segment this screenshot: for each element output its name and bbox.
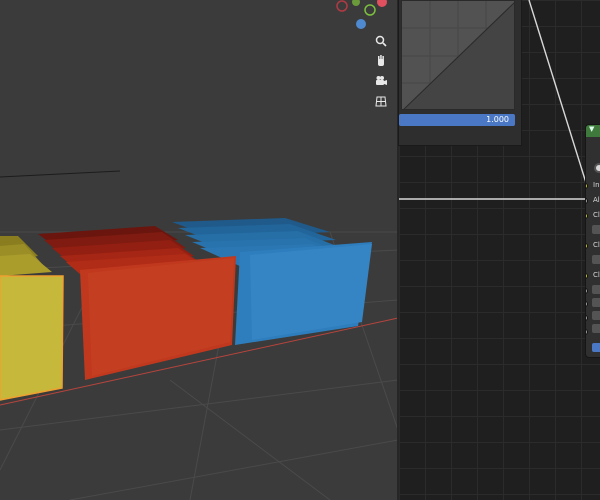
value-field[interactable] bbox=[592, 324, 600, 333]
value-field[interactable] bbox=[592, 285, 600, 294]
socket-value[interactable] bbox=[586, 315, 588, 321]
color-field[interactable] bbox=[592, 225, 600, 234]
z-axis-icon[interactable] bbox=[356, 19, 366, 29]
rgb-curve-panel[interactable]: 1.000 bbox=[398, 0, 522, 146]
horizon-line bbox=[0, 170, 121, 178]
socket-alpha[interactable] bbox=[586, 198, 588, 204]
value-field[interactable] bbox=[592, 311, 600, 320]
node-header[interactable]: ▼ bbox=[586, 125, 600, 137]
socket-value[interactable] bbox=[586, 288, 588, 294]
x-axis-icon[interactable] bbox=[377, 0, 387, 7]
socket-label: Cl bbox=[593, 241, 600, 249]
hand-pan-icon[interactable] bbox=[372, 52, 390, 70]
socket-color[interactable] bbox=[586, 213, 588, 219]
node-toggle-icon[interactable] bbox=[594, 163, 600, 173]
socket-input[interactable] bbox=[586, 183, 588, 189]
collapse-chevron-icon[interactable]: ▼ bbox=[589, 125, 594, 133]
socket-value[interactable] bbox=[586, 301, 588, 307]
camera-icon[interactable] bbox=[372, 72, 390, 90]
zoom-icon[interactable] bbox=[372, 32, 390, 50]
socket-label: In bbox=[593, 181, 600, 189]
grid-view-icon[interactable] bbox=[372, 92, 390, 110]
factor-value-field[interactable]: 1.000 bbox=[399, 114, 515, 126]
yellow-panels[interactable] bbox=[0, 236, 64, 401]
socket-label: Al bbox=[593, 196, 600, 204]
shader-node[interactable]: ▼ In Al Cl Cl Cl bbox=[585, 124, 600, 358]
neg-x-axis-icon[interactable] bbox=[336, 0, 348, 12]
socket-color[interactable] bbox=[586, 273, 588, 279]
blender-window: { "viewport": { "navigation_icons": ["zo… bbox=[0, 0, 600, 500]
socket-color[interactable] bbox=[586, 243, 588, 249]
socket-label: Cl bbox=[593, 271, 600, 279]
socket-label: Cl bbox=[593, 211, 600, 219]
y-axis-icon[interactable] bbox=[352, 0, 360, 6]
color-field[interactable] bbox=[592, 255, 600, 264]
value-field[interactable] bbox=[592, 298, 600, 307]
viewport-scene[interactable] bbox=[0, 0, 398, 500]
3d-viewport[interactable] bbox=[0, 0, 398, 500]
socket-value[interactable] bbox=[586, 329, 588, 335]
neg-y-axis-icon[interactable] bbox=[364, 4, 376, 16]
curve-graph[interactable] bbox=[401, 0, 515, 110]
selected-value-field[interactable] bbox=[592, 343, 600, 352]
